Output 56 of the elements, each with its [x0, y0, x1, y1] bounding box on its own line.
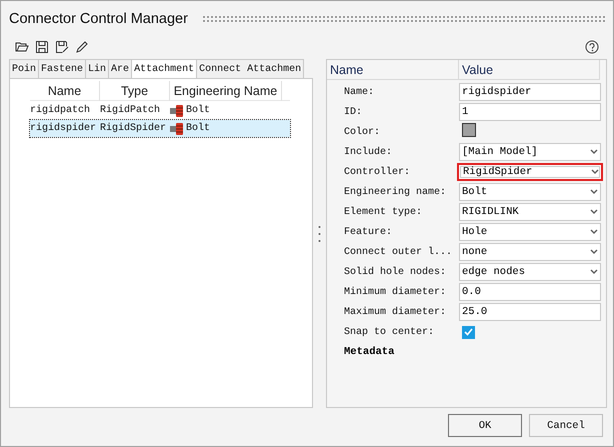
open-folder-icon[interactable] — [15, 40, 29, 54]
caret-icon — [590, 189, 598, 195]
property-label: Minimum diameter: — [343, 286, 448, 298]
save-as-icon[interactable] — [55, 40, 69, 54]
text-field[interactable]: 25.0 — [459, 303, 601, 321]
text-field[interactable]: 0.0 — [459, 283, 601, 301]
caret-icon — [590, 249, 598, 255]
property-label: Feature: — [343, 226, 394, 238]
list-row[interactable]: rigidpatch RigidPatch Bolt — [30, 102, 290, 119]
column-header: Value — [459, 60, 600, 80]
caret-icon — [590, 209, 598, 215]
text-field[interactable]: 1 — [459, 103, 601, 121]
caret-icon — [591, 169, 599, 175]
pencil-icon[interactable] — [75, 40, 89, 54]
column-header[interactable]: Name — [30, 81, 100, 101]
column-header: Name — [327, 60, 459, 80]
property-label: Snap to center: — [343, 326, 436, 338]
checkbox[interactable] — [462, 326, 475, 338]
tab[interactable]: Connect Attachmen — [196, 59, 304, 78]
property-label: Name: — [343, 86, 376, 98]
help-icon[interactable] — [585, 40, 599, 54]
caret-icon — [590, 149, 598, 155]
splitter-handle[interactable] — [318, 224, 321, 242]
cancel-button[interactable]: Cancel — [529, 414, 603, 437]
save-icon[interactable] — [35, 40, 49, 54]
property-label: Controller: — [343, 166, 412, 178]
list-row[interactable]: rigidspider RigidSpider Bolt — [30, 120, 290, 137]
property-label: Engineering name: — [343, 186, 448, 198]
drag-grip[interactable] — [202, 15, 605, 23]
property-label: Include: — [343, 146, 394, 158]
window-title: Connector Control Manager — [9, 11, 188, 27]
bolt-icon — [170, 122, 184, 134]
property-label: Element type: — [343, 206, 424, 218]
property-label: Solid hole nodes: — [343, 266, 448, 278]
property-label: Connect outer l... — [343, 246, 454, 258]
column-header[interactable]: Type — [100, 81, 170, 101]
dropdown[interactable]: RIGIDLINK — [459, 203, 601, 221]
dropdown[interactable]: [Main Model] — [459, 143, 601, 161]
dropdown[interactable]: Bolt — [459, 183, 601, 201]
bolt-icon — [170, 104, 184, 116]
ok-button[interactable]: OK — [448, 414, 522, 437]
section-heading: Metadata — [343, 346, 394, 358]
dropdown[interactable]: edge nodes — [459, 263, 601, 281]
caret-icon — [590, 229, 598, 235]
tab[interactable]: Attachment — [131, 59, 198, 78]
column-header[interactable]: Engineering Name — [170, 81, 282, 101]
dropdown[interactable]: Hole — [459, 223, 601, 241]
property-label: Maximum diameter: — [343, 306, 448, 318]
color-swatch[interactable] — [462, 122, 476, 136]
dropdown[interactable]: RigidSpider — [457, 163, 603, 181]
text-field[interactable]: rigidspider — [459, 83, 601, 101]
property-label: ID: — [343, 106, 364, 118]
dropdown[interactable]: none — [459, 243, 601, 261]
tab[interactable]: Poin — [9, 59, 40, 78]
property-label: Color: — [343, 126, 382, 138]
caret-icon — [590, 269, 598, 275]
